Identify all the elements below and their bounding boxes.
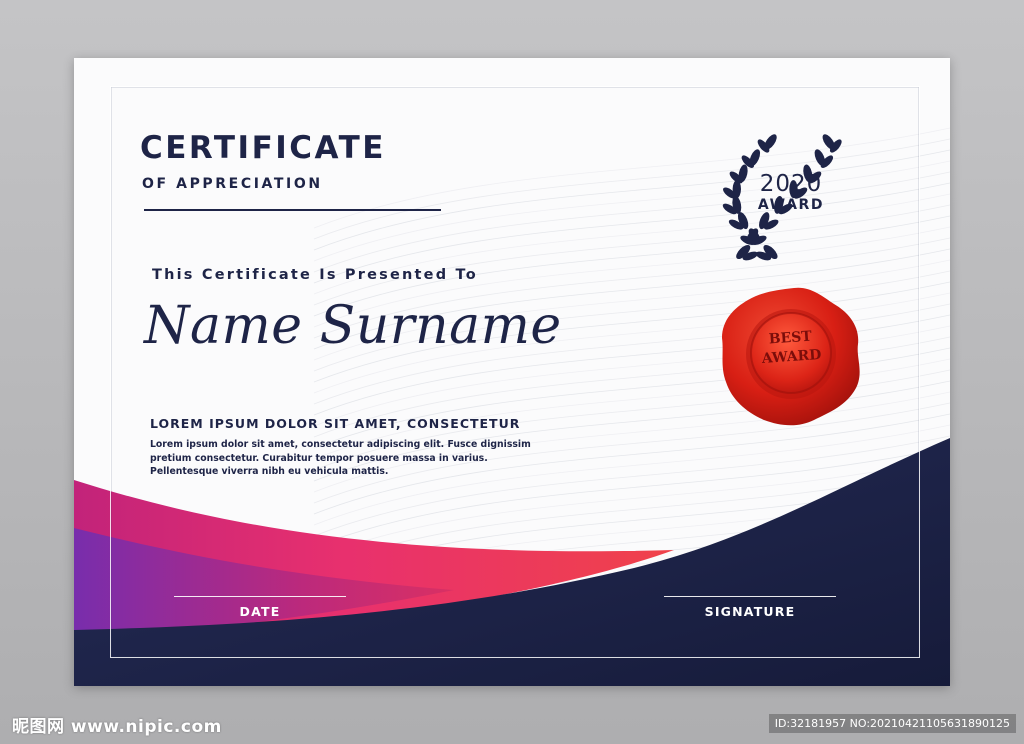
certificate-title: CERTIFICATE xyxy=(140,130,386,166)
watermark-site: 昵图网 www.nipic.com xyxy=(12,717,222,737)
certificate-card: CERTIFICATE OF APPRECIATION This Certifi… xyxy=(74,58,950,686)
watermark-id: ID:32181957 NO:20210421105631890125 xyxy=(768,714,1016,733)
body-paragraph: Lorem ipsum dolor sit amet, consectetur … xyxy=(150,438,570,479)
body-heading: LOREM IPSUM DOLOR SIT AMET, CONSECTETUR xyxy=(150,416,521,431)
body-line: Pellentesque viverra nibh eu vehicula ma… xyxy=(150,466,389,477)
presented-to-text: This Certificate Is Presented To xyxy=(152,267,478,283)
body-line: pretium consectetur. Curabitur tempor po… xyxy=(150,452,488,464)
seal-line-best: BEST xyxy=(768,328,813,348)
date-line xyxy=(174,596,346,597)
signature-label: SIGNATURE xyxy=(704,604,796,619)
seal-line-award: AWARD xyxy=(761,346,822,368)
seal-text: BEST AWARD xyxy=(753,326,829,369)
recipient-name: Name Surname xyxy=(144,296,562,356)
award-word: AWARD xyxy=(757,197,825,213)
award-year: 2020 xyxy=(759,171,823,197)
signature-line xyxy=(664,596,836,597)
certificate-subtitle: OF APPRECIATION xyxy=(142,176,323,192)
title-divider xyxy=(144,209,441,211)
body-line: Lorem ipsum dolor sit amet, consectetur … xyxy=(150,439,531,450)
date-label: DATE xyxy=(239,604,281,619)
